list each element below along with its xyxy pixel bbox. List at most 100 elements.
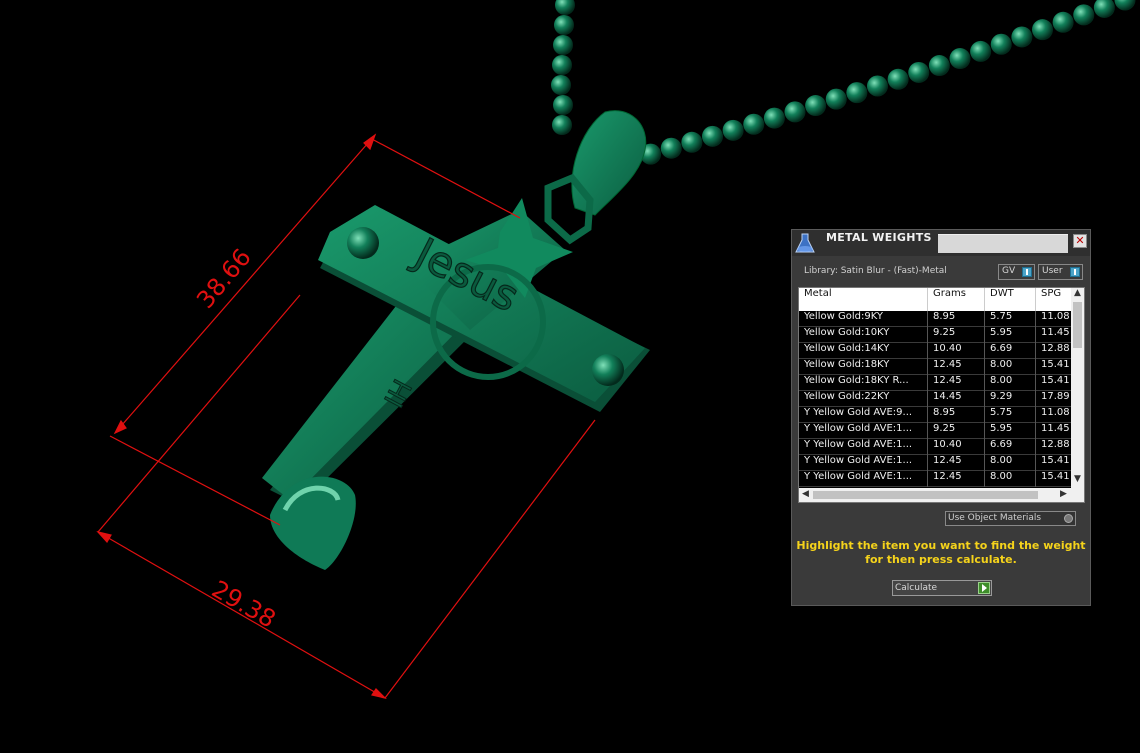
cell-spg: 15.41 xyxy=(1036,375,1076,391)
cell-dwt: 5.95 xyxy=(985,423,1036,439)
cell-dwt: 8.00 xyxy=(985,471,1036,487)
chain-bead xyxy=(660,137,682,159)
gv-toggle-label: GV xyxy=(1002,266,1016,276)
chain-bead xyxy=(551,75,571,95)
use-object-materials-label: Use Object Materials xyxy=(948,513,1042,523)
scroll-left-icon[interactable]: ◀ xyxy=(799,489,812,499)
cell-grams: 12.45 xyxy=(928,359,985,375)
table-row[interactable]: Yellow Gold:18KY R... 12.45 8.00 15.41 xyxy=(799,375,1076,391)
user-toggle-label: User xyxy=(1042,266,1063,276)
table-row[interactable]: Y Yellow Gold AVE:9... 8.95 5.75 11.08 xyxy=(799,407,1076,423)
cell-dwt: 5.75 xyxy=(985,311,1036,327)
table-row[interactable]: Yellow Gold:10KY 9.25 5.95 11.45 xyxy=(799,327,1076,343)
cell-spg: 15.41 xyxy=(1036,455,1076,471)
column-header-dwt[interactable]: DWT xyxy=(985,288,1036,311)
column-header-metal[interactable]: Metal xyxy=(799,288,928,311)
chain-bead xyxy=(1032,19,1053,41)
cell-spg: 17.89 xyxy=(1036,391,1076,407)
cell-spg: 11.08 xyxy=(1036,407,1076,423)
cell-grams: 9.25 xyxy=(928,327,985,343)
cell-dwt: 6.69 xyxy=(985,343,1036,359)
cell-spg: 12.88 xyxy=(1036,343,1076,359)
table-body: Yellow Gold:9KY 8.95 5.75 11.08 Yellow Gold… xyxy=(799,311,1076,487)
cell-dwt: 9.29 xyxy=(985,391,1036,407)
cell-grams: 14.45 xyxy=(928,391,985,407)
cell-grams: 12.45 xyxy=(928,455,985,471)
horizontal-scroll-thumb[interactable] xyxy=(813,491,1038,499)
radio-dot-icon xyxy=(1064,514,1073,523)
extension-line xyxy=(369,137,521,219)
toggle-switch-icon xyxy=(1022,267,1032,277)
gv-toggle[interactable]: GV xyxy=(998,264,1035,280)
cell-grams: 10.40 xyxy=(928,439,985,455)
user-toggle[interactable]: User xyxy=(1038,264,1083,280)
cell-grams: 12.45 xyxy=(928,471,985,487)
dimension-arrowhead xyxy=(363,133,377,151)
cell-metal: Yellow Gold:22KY xyxy=(799,391,928,407)
column-header-spg[interactable]: SPG xyxy=(1036,288,1076,311)
toggle-switch-icon xyxy=(1070,267,1080,277)
chain-bead xyxy=(553,95,573,115)
instruction-line-1: Highlight the item you want to find the … xyxy=(796,539,1086,552)
chain-bead xyxy=(722,119,744,141)
chain-bead xyxy=(928,55,950,77)
cell-grams: 8.95 xyxy=(928,311,985,327)
cell-spg: 12.88 xyxy=(1036,439,1076,455)
cell-dwt: 8.00 xyxy=(985,375,1036,391)
title-strip xyxy=(938,234,1068,253)
table-row[interactable]: Y Yellow Gold AVE:1... 12.45 8.00 15.41 xyxy=(799,471,1076,487)
cell-metal: Y Yellow Gold AVE:1... xyxy=(799,423,928,439)
instruction-line-2: for then press calculate. xyxy=(865,553,1017,566)
cell-spg: 11.45 xyxy=(1036,423,1076,439)
scroll-right-icon[interactable]: ▶ xyxy=(1057,489,1070,499)
cell-spg: 11.45 xyxy=(1036,327,1076,343)
chain-bead xyxy=(805,95,827,117)
vertical-scroll-thumb[interactable] xyxy=(1073,302,1082,348)
cell-metal: Yellow Gold:14KY xyxy=(799,343,928,359)
library-label: Library: Satin Blur - (Fast)-Metal xyxy=(804,266,947,276)
horizontal-scrollbar[interactable]: ◀ ▶ xyxy=(799,488,1084,502)
chain-bead xyxy=(1093,0,1115,18)
table-row[interactable]: Y Yellow Gold AVE:1... 10.40 6.69 12.88 xyxy=(799,439,1076,455)
use-object-materials-button[interactable]: Use Object Materials xyxy=(945,511,1076,526)
chain-bead xyxy=(552,55,572,75)
chain-bead xyxy=(1114,0,1136,11)
vertical-scrollbar[interactable]: ▲ ▼ xyxy=(1071,288,1084,488)
close-button[interactable]: ✕ xyxy=(1073,234,1087,248)
table-row[interactable]: Yellow Gold:22KY 14.45 9.29 17.89 xyxy=(799,391,1076,407)
calculate-button[interactable]: Calculate xyxy=(892,580,992,596)
cell-metal: Yellow Gold:18KY xyxy=(799,359,928,375)
table-row[interactable]: Yellow Gold:9KY 8.95 5.75 11.08 xyxy=(799,311,1076,327)
dimension-height-label: 38.66 xyxy=(191,243,257,314)
chain-bead xyxy=(825,88,847,110)
scroll-down-icon[interactable]: ▼ xyxy=(1071,474,1084,484)
table-row[interactable]: Yellow Gold:18KY 12.45 8.00 15.41 xyxy=(799,359,1076,375)
panel-title: METAL WEIGHTS xyxy=(822,231,936,245)
chain-bead xyxy=(1011,26,1033,48)
chain-bead xyxy=(681,131,703,153)
panel-titlebar[interactable]: METAL WEIGHTS ✕ xyxy=(792,230,1090,256)
table-row[interactable]: Yellow Gold:14KY 10.40 6.69 12.88 xyxy=(799,343,1076,359)
dimension-width-label: 29.38 xyxy=(207,575,281,634)
scroll-up-icon[interactable]: ▲ xyxy=(1071,288,1084,298)
chain-bead xyxy=(949,48,971,70)
cell-grams: 9.25 xyxy=(928,423,985,439)
column-header-grams[interactable]: Grams xyxy=(928,288,985,311)
table-row[interactable]: Y Yellow Gold AVE:1... 12.45 8.00 15.41 xyxy=(799,455,1076,471)
cell-spg: 15.41 xyxy=(1036,471,1076,487)
extension-line xyxy=(384,419,596,699)
chain-bead xyxy=(553,35,573,55)
cell-grams: 12.45 xyxy=(928,375,985,391)
chain-bead xyxy=(763,107,785,129)
chain-bead xyxy=(1052,11,1074,33)
play-arrow-icon xyxy=(978,582,990,594)
chain-bead xyxy=(867,75,888,97)
metal-table[interactable]: Metal Grams DWT SPG Yellow Gold:9KY 8.95 5… xyxy=(798,287,1085,503)
chain-bead xyxy=(552,115,572,135)
table-row[interactable]: Y Yellow Gold AVE:1... 9.25 5.95 11.45 xyxy=(799,423,1076,439)
chain-bead xyxy=(702,125,723,147)
chain-bead xyxy=(887,68,909,90)
extension-line xyxy=(109,435,281,526)
cell-metal: Yellow Gold:9KY xyxy=(799,311,928,327)
cross-pendant: Jesus IH xyxy=(262,198,650,570)
